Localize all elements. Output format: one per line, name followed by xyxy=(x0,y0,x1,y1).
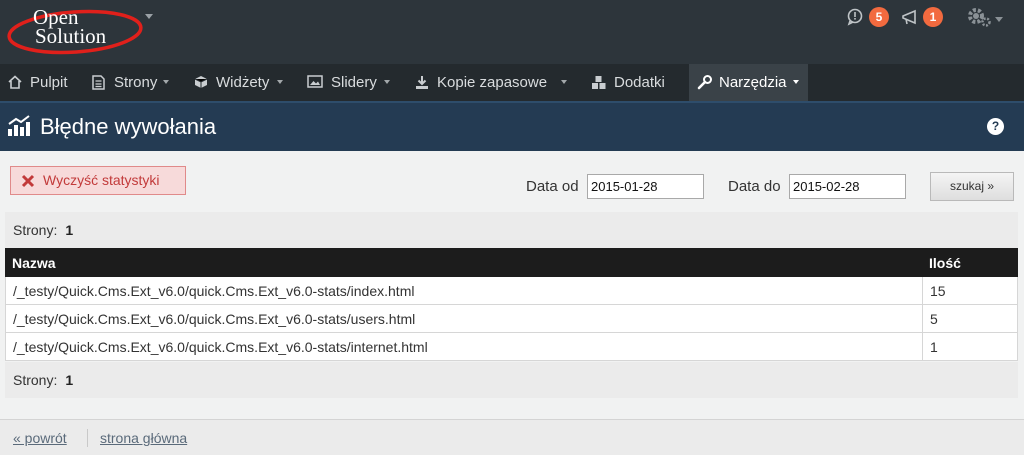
nav-label: Widżety xyxy=(216,74,270,91)
chevron-down-icon xyxy=(561,80,567,84)
nav-item-sliders[interactable]: Slidery xyxy=(299,64,395,101)
cell-url: /_testy/Quick.Cms.Ext_v6.0/quick.Cms.Ext… xyxy=(13,311,416,327)
nav-label: Dodatki xyxy=(614,74,665,91)
nav-label: Slidery xyxy=(331,74,377,91)
pager-page[interactable]: 1 xyxy=(65,222,73,238)
table-row: /_testy/Quick.Cms.Ext_v6.0/quick.Cms.Ext… xyxy=(6,277,1017,305)
nav-label: Pulpit xyxy=(30,74,68,91)
help-icon[interactable]: ? xyxy=(987,118,1004,135)
nav-item-dashboard[interactable]: Pulpit xyxy=(0,64,80,101)
column-header-count[interactable]: Ilość xyxy=(929,255,961,271)
messages-badge[interactable]: 1 xyxy=(923,7,943,27)
chevron-down-icon xyxy=(793,80,799,84)
nav-label: Narzędzia xyxy=(719,74,787,91)
nav-label: Strony xyxy=(114,74,158,91)
cubes-icon xyxy=(592,76,606,89)
image-icon xyxy=(307,75,323,88)
megaphone-icon[interactable] xyxy=(901,8,919,26)
pager-top: Strony: 1 xyxy=(5,212,1018,248)
settings-gear-icon[interactable] xyxy=(966,6,992,28)
brand-dropdown-caret-icon[interactable] xyxy=(145,14,153,19)
cell-url: /_testy/Quick.Cms.Ext_v6.0/quick.Cms.Ext… xyxy=(13,283,415,299)
pager-bottom: Strony: 1 xyxy=(5,362,1018,398)
home-icon xyxy=(8,75,22,89)
clear-stats-button[interactable]: Wyczyść statystyki xyxy=(10,166,186,195)
settings-caret-icon[interactable] xyxy=(995,17,1003,22)
brand-logo[interactable]: Open Solution xyxy=(5,2,145,60)
nav-item-addons[interactable]: Dodatki xyxy=(583,64,678,101)
download-icon xyxy=(416,76,428,89)
clear-stats-label: Wyczyść statystyki xyxy=(43,172,160,188)
pager-page[interactable]: 1 xyxy=(65,372,73,388)
table-row: /_testy/Quick.Cms.Ext_v6.0/quick.Cms.Ext… xyxy=(6,333,1017,361)
chevron-down-icon xyxy=(384,80,390,84)
notifications-badge[interactable]: 5 xyxy=(869,7,889,27)
cell-url: /_testy/Quick.Cms.Ext_v6.0/quick.Cms.Ext… xyxy=(13,339,428,355)
back-link[interactable]: « powrót xyxy=(13,430,67,446)
cube-icon xyxy=(194,76,208,88)
home-link[interactable]: strona główna xyxy=(100,430,187,446)
date-to-input[interactable] xyxy=(789,174,906,199)
table-header: Nazwa Ilość xyxy=(5,248,1018,277)
errors-table: Nazwa Ilość /_testy/Quick.Cms.Ext_v6.0/q… xyxy=(5,248,1018,361)
cell-count: 1 xyxy=(922,333,1019,361)
notifications-icon[interactable] xyxy=(846,8,864,26)
close-icon xyxy=(21,174,35,188)
document-icon xyxy=(92,75,105,90)
cell-count: 5 xyxy=(922,305,1019,333)
footer-divider xyxy=(87,429,88,447)
stats-chart-icon xyxy=(8,115,30,136)
wrench-icon xyxy=(697,75,712,90)
cell-count: 15 xyxy=(922,277,1019,305)
content-area: Wyczyść statystyki Data od Data do szuka… xyxy=(0,151,1024,455)
date-from-label: Data od xyxy=(526,178,579,195)
footer: « powrót strona główna xyxy=(0,419,1024,455)
column-header-name[interactable]: Nazwa xyxy=(12,255,56,271)
nav-item-pages[interactable]: Strony xyxy=(84,64,178,101)
chevron-down-icon xyxy=(163,80,169,84)
main-nav: Pulpit Strony Widżety Slidery Kopie zapa… xyxy=(0,64,1024,101)
nav-item-backups[interactable]: Kopie zapasowe xyxy=(406,64,572,101)
nav-item-widgets[interactable]: Widżety xyxy=(186,64,292,101)
nav-label: Kopie zapasowe xyxy=(437,74,548,91)
table-row: /_testy/Quick.Cms.Ext_v6.0/quick.Cms.Ext… xyxy=(6,305,1017,333)
search-button[interactable]: szukaj » xyxy=(930,172,1014,201)
page-title: Błędne wywołania xyxy=(40,114,217,139)
chevron-down-icon xyxy=(277,80,283,84)
pager-label: Strony: xyxy=(13,222,58,238)
top-bar: Open Solution 5 1 xyxy=(0,0,1024,64)
date-to-label: Data do xyxy=(728,178,781,195)
date-from-input[interactable] xyxy=(587,174,704,199)
page-header: Błędne wywołania ? xyxy=(0,101,1024,151)
pager-label: Strony: xyxy=(13,372,58,388)
nav-item-tools[interactable]: Narzędzia xyxy=(689,64,808,101)
brand-line2: Solution xyxy=(35,24,107,48)
